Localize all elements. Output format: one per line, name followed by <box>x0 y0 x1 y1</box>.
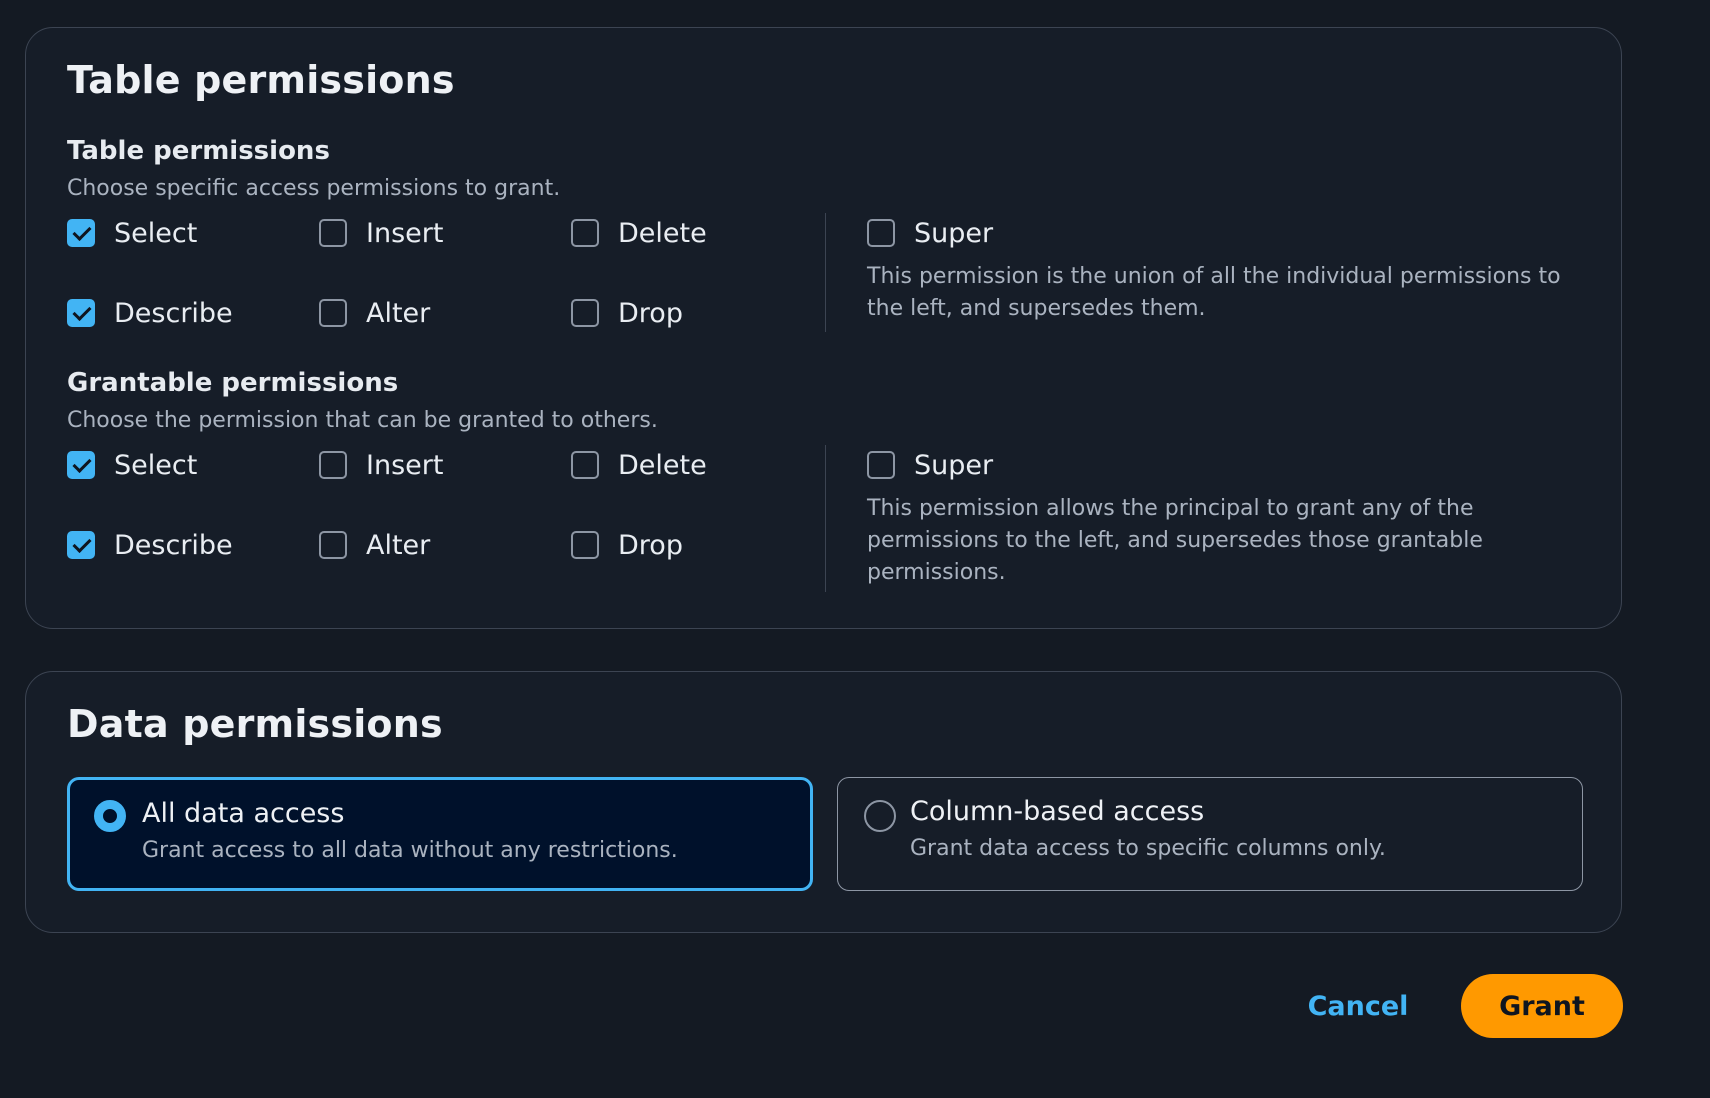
checkbox-label: Select <box>114 217 198 249</box>
grantable-perm-select-checkbox[interactable]: Select <box>67 449 197 481</box>
grantable-perm-delete-checkbox[interactable]: Delete <box>571 449 707 481</box>
table-perm-super-checkbox[interactable]: Super <box>867 217 993 249</box>
checkbox-unchecked-icon[interactable] <box>571 219 599 247</box>
grantable-perm-super-checkbox[interactable]: Super <box>867 449 993 481</box>
checkbox-label: Select <box>114 449 198 481</box>
checkbox-checked-icon[interactable] <box>67 299 95 327</box>
table-perm-super-description: This permission is the union of all the … <box>867 264 1561 321</box>
checkbox-unchecked-icon[interactable] <box>319 219 347 247</box>
checkbox-label: Delete <box>618 449 707 481</box>
table-permissions-subtitle: Table permissions <box>67 136 330 166</box>
all-data-access-description: Grant access to all data without any res… <box>142 838 678 863</box>
table-permissions-description: Choose specific access permissions to gr… <box>67 176 561 201</box>
checkbox-label: Insert <box>366 217 444 249</box>
checkbox-label: Insert <box>366 449 444 481</box>
column-based-access-tile[interactable]: Column-based access Grant data access to… <box>837 777 1583 891</box>
checkbox-unchecked-icon[interactable] <box>571 299 599 327</box>
checkbox-unchecked-icon[interactable] <box>319 531 347 559</box>
checkbox-label: Delete <box>618 217 707 249</box>
checkbox-label: Alter <box>366 297 431 329</box>
table-perm-alter-checkbox[interactable]: Alter <box>319 297 430 329</box>
table-permissions-card: Table permissions Table permissions Choo… <box>25 27 1622 629</box>
grantable-permissions-subtitle: Grantable permissions <box>67 368 399 398</box>
checkbox-checked-icon[interactable] <box>67 531 95 559</box>
column-based-access-title: Column-based access <box>910 796 1205 827</box>
vertical-divider <box>825 213 826 332</box>
checkbox-label: Super <box>914 217 994 249</box>
checkbox-unchecked-icon[interactable] <box>867 451 895 479</box>
checkbox-unchecked-icon[interactable] <box>571 531 599 559</box>
vertical-divider <box>825 445 826 592</box>
all-data-access-title: All data access <box>142 798 345 829</box>
checkbox-unchecked-icon[interactable] <box>867 219 895 247</box>
table-permissions-heading: Table permissions <box>67 58 455 102</box>
column-based-access-description: Grant data access to specific columns on… <box>910 836 1386 861</box>
checkbox-label: Drop <box>618 297 683 329</box>
table-perm-describe-checkbox[interactable]: Describe <box>67 297 233 329</box>
grantable-perm-drop-checkbox[interactable]: Drop <box>571 529 683 561</box>
checkbox-label: Alter <box>366 529 431 561</box>
checkbox-unchecked-icon[interactable] <box>319 299 347 327</box>
grantable-perm-insert-checkbox[interactable]: Insert <box>319 449 443 481</box>
checkbox-unchecked-icon[interactable] <box>571 451 599 479</box>
checkbox-label: Drop <box>618 529 683 561</box>
grant-button[interactable]: Grant <box>1461 974 1623 1038</box>
grant-permissions-page: Table permissions Table permissions Choo… <box>0 0 1710 1098</box>
table-perm-select-checkbox[interactable]: Select <box>67 217 197 249</box>
checkbox-unchecked-icon[interactable] <box>319 451 347 479</box>
grantable-perm-super-description: This permission allows the principal to … <box>867 496 1483 585</box>
radio-unselected-icon[interactable] <box>864 800 896 832</box>
data-permissions-card: Data permissions All data access Grant a… <box>25 671 1622 933</box>
grantable-permissions-description: Choose the permission that can be grante… <box>67 408 658 433</box>
checkbox-label: Describe <box>114 529 233 561</box>
checkbox-label: Describe <box>114 297 233 329</box>
checkbox-checked-icon[interactable] <box>67 451 95 479</box>
all-data-access-tile[interactable]: All data access Grant access to all data… <box>67 777 813 891</box>
checkbox-label: Super <box>914 449 994 481</box>
table-perm-insert-checkbox[interactable]: Insert <box>319 217 443 249</box>
table-perm-delete-checkbox[interactable]: Delete <box>571 217 707 249</box>
cancel-button[interactable]: Cancel <box>1303 974 1413 1038</box>
grantable-perm-describe-checkbox[interactable]: Describe <box>67 529 233 561</box>
data-permissions-heading: Data permissions <box>67 702 443 746</box>
table-perm-drop-checkbox[interactable]: Drop <box>571 297 683 329</box>
radio-selected-icon[interactable] <box>94 800 126 832</box>
grantable-perm-alter-checkbox[interactable]: Alter <box>319 529 430 561</box>
checkbox-checked-icon[interactable] <box>67 219 95 247</box>
